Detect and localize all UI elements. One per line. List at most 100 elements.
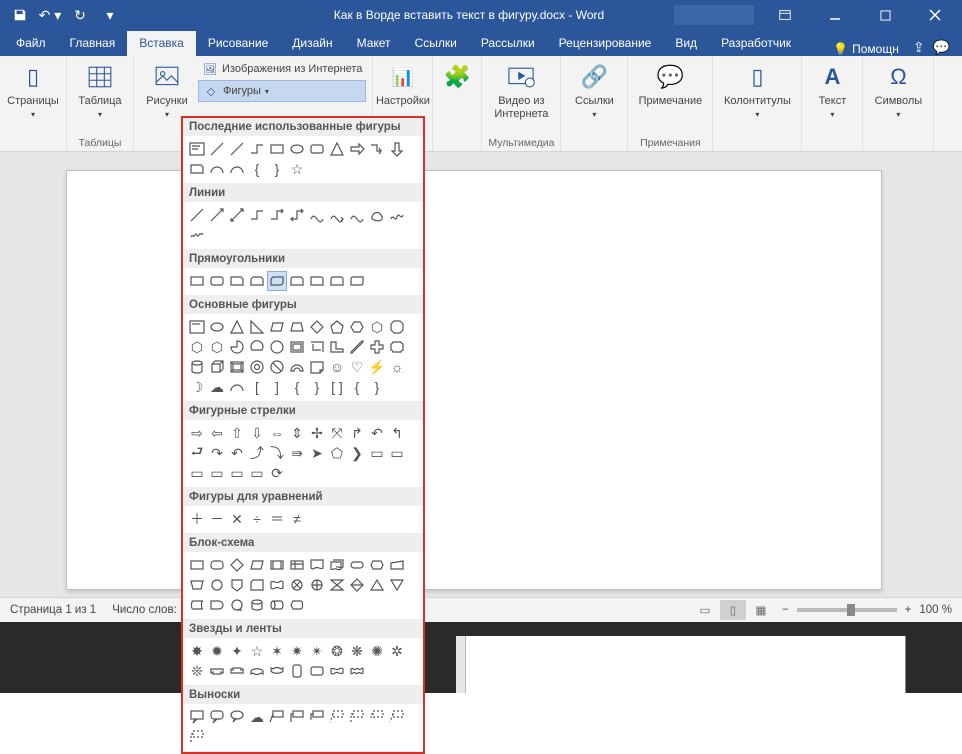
shape-octagon[interactable] bbox=[387, 317, 407, 337]
maximize-icon[interactable] bbox=[862, 1, 908, 29]
shape-flow-manual-input[interactable] bbox=[387, 555, 407, 575]
shape-callout-cloud[interactable]: ☁ bbox=[247, 707, 267, 727]
shape-arc[interactable] bbox=[227, 377, 247, 397]
tab-developer[interactable]: Разработчик bbox=[709, 31, 803, 56]
shape-snip1[interactable] bbox=[227, 271, 247, 291]
shape-line-arrow[interactable] bbox=[207, 205, 227, 225]
shape-explosion2[interactable]: ✹ bbox=[207, 641, 227, 661]
shape-flow-merge[interactable] bbox=[387, 575, 407, 595]
shape-folded[interactable] bbox=[187, 159, 207, 179]
shape-bracket-l[interactable]: [ bbox=[247, 377, 267, 397]
shape-star6[interactable]: ✶ bbox=[267, 641, 287, 661]
shape-flow-connector[interactable] bbox=[207, 575, 227, 595]
shape-arrow-callout-r[interactable]: ▭ bbox=[367, 443, 387, 463]
shape-moon[interactable]: ☽ bbox=[187, 377, 207, 397]
shape-lshape[interactable] bbox=[327, 337, 347, 357]
shape-flow-stored[interactable] bbox=[187, 595, 207, 615]
shape-oval[interactable] bbox=[287, 139, 307, 159]
print-layout-icon[interactable]: ▯ bbox=[720, 600, 746, 620]
shape-sun[interactable]: ☼ bbox=[387, 357, 407, 377]
shape-flow-direct[interactable] bbox=[267, 595, 287, 615]
document-area[interactable] bbox=[0, 152, 962, 668]
shape-round2diag[interactable] bbox=[347, 271, 367, 291]
zoom-slider[interactable] bbox=[797, 608, 897, 612]
shape-arrow-quad[interactable]: ✢ bbox=[307, 423, 327, 443]
shape-flow-terminator[interactable] bbox=[347, 555, 367, 575]
table-button[interactable]: Таблица ▾ bbox=[73, 59, 127, 119]
shape-callout-round[interactable] bbox=[207, 707, 227, 727]
shape-scroll-h[interactable] bbox=[307, 661, 327, 681]
shape-arrow-bentup[interactable]: ⮐ bbox=[187, 443, 207, 463]
web-layout-icon[interactable]: ▦ bbox=[748, 600, 774, 620]
shape-ribbon-down[interactable] bbox=[227, 661, 247, 681]
qat-dropdown-icon[interactable]: ▾ bbox=[96, 2, 124, 28]
shape-elbow-arrow[interactable] bbox=[367, 139, 387, 159]
shape-arrow-curvedu[interactable]: ⤴ bbox=[247, 443, 267, 463]
shape-arrow-callout-u[interactable]: ▭ bbox=[187, 463, 207, 483]
minimize-icon[interactable] bbox=[812, 1, 858, 29]
shape-arrow-notched[interactable]: ➤ bbox=[307, 443, 327, 463]
shape-arrow-ud[interactable]: ⇕ bbox=[287, 423, 307, 443]
shape-scribble[interactable] bbox=[187, 225, 207, 245]
shape-smiley[interactable]: ☺ bbox=[327, 357, 347, 377]
store-button[interactable]: 🧩 bbox=[439, 59, 475, 93]
shape-star16[interactable]: ✺ bbox=[367, 641, 387, 661]
shape-hexagon[interactable] bbox=[347, 317, 367, 337]
shape-arrow-d[interactable]: ⇩ bbox=[247, 423, 267, 443]
shape-arrow-tri[interactable]: ⤧ bbox=[327, 423, 347, 443]
shape-divide[interactable]: ÷ bbox=[247, 509, 267, 529]
shape-star5[interactable]: ☆ bbox=[247, 641, 267, 661]
shape-plaque[interactable] bbox=[387, 337, 407, 357]
shape-roundrect[interactable] bbox=[307, 139, 327, 159]
zoom-in-button[interactable]: + bbox=[905, 604, 912, 616]
shape-curve[interactable] bbox=[307, 205, 327, 225]
shape-arrow-leftup[interactable]: ↰ bbox=[387, 423, 407, 443]
shape-snip2[interactable] bbox=[247, 271, 267, 291]
shape-star12[interactable]: ❋ bbox=[347, 641, 367, 661]
shape-freeform[interactable] bbox=[387, 205, 407, 225]
pictures-button[interactable]: Рисунки ▾ bbox=[140, 59, 194, 119]
shape-heart[interactable]: ♡ bbox=[347, 357, 367, 377]
shape-blockarc[interactable] bbox=[287, 357, 307, 377]
shape-arrow-down[interactable] bbox=[387, 139, 407, 159]
shape-donut[interactable] bbox=[247, 357, 267, 377]
shape-dodecagon[interactable]: ⬡ bbox=[207, 337, 227, 357]
shape-plus[interactable]: ＋ bbox=[187, 509, 207, 529]
read-mode-icon[interactable]: ▭ bbox=[692, 600, 718, 620]
word-count[interactable]: Число слов: bbox=[112, 604, 177, 616]
addins-button[interactable]: 📊 Настройки bbox=[377, 59, 429, 108]
shape-nosymbol[interactable] bbox=[267, 357, 287, 377]
shape-arrow-curvedl[interactable]: ↶ bbox=[227, 443, 247, 463]
shape-flow-decision[interactable] bbox=[227, 555, 247, 575]
zoom-level[interactable]: 100 % bbox=[919, 604, 952, 616]
shape-equal[interactable]: ＝ bbox=[267, 509, 287, 529]
shape-callout-accent2[interactable] bbox=[347, 707, 367, 727]
tab-layout[interactable]: Макет bbox=[345, 31, 403, 56]
shape-trapezoid[interactable] bbox=[287, 317, 307, 337]
shape-doublebrace-r[interactable]: } bbox=[367, 377, 387, 397]
shape-star7[interactable]: ✷ bbox=[287, 641, 307, 661]
shape-star8[interactable]: ✴ bbox=[307, 641, 327, 661]
tab-file[interactable]: Файл bbox=[4, 31, 58, 56]
shape-brace-l[interactable]: { bbox=[287, 377, 307, 397]
shape-flow-or[interactable] bbox=[307, 575, 327, 595]
shape-flow-prep[interactable] bbox=[367, 555, 387, 575]
shape-oval[interactable] bbox=[207, 317, 227, 337]
shape-line[interactable] bbox=[187, 205, 207, 225]
shape-line2[interactable] bbox=[227, 139, 247, 159]
shape-elbow-arrow[interactable] bbox=[267, 205, 287, 225]
tab-references[interactable]: Ссылки bbox=[403, 31, 469, 56]
shape-decagon[interactable]: ⬡ bbox=[187, 337, 207, 357]
shape-arrow-striped[interactable]: ⇛ bbox=[287, 443, 307, 463]
shape-textbox[interactable] bbox=[187, 139, 207, 159]
shape-heptagon[interactable]: ⬡ bbox=[367, 317, 387, 337]
shape-foldedcorner[interactable] bbox=[307, 357, 327, 377]
shape-callout-border2[interactable] bbox=[187, 727, 207, 747]
shape-explosion1[interactable]: ✸ bbox=[187, 641, 207, 661]
shape-flow-multidoc[interactable] bbox=[327, 555, 347, 575]
shape-flow-delay[interactable] bbox=[207, 595, 227, 615]
online-pictures-button[interactable]: 🖼 Изображения из Интернета bbox=[198, 59, 366, 79]
shape-callout-oval[interactable] bbox=[227, 707, 247, 727]
shape-frame[interactable] bbox=[287, 337, 307, 357]
comment-button[interactable]: 💬 Примечание bbox=[634, 59, 706, 108]
